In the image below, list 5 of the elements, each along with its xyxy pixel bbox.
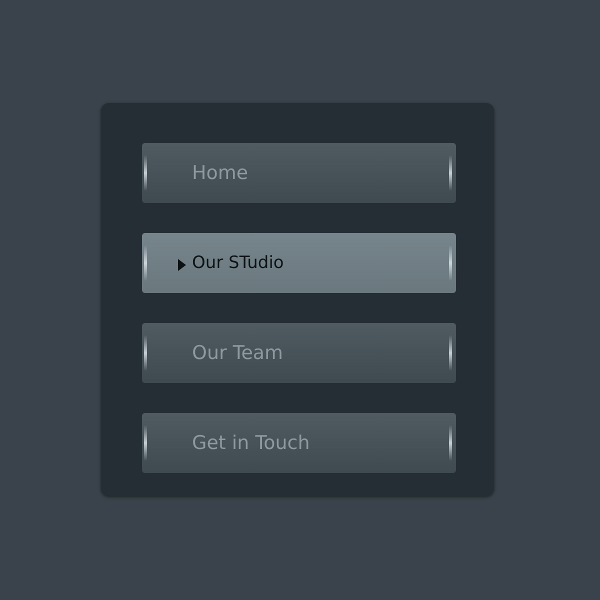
menu-item[interactable]: Home bbox=[142, 143, 456, 203]
menu-item[interactable]: Our STudio bbox=[142, 233, 456, 293]
menu-item[interactable]: Our Team bbox=[142, 323, 456, 383]
caret-icon bbox=[178, 259, 186, 271]
menu-item[interactable]: Get in Touch bbox=[142, 413, 456, 473]
